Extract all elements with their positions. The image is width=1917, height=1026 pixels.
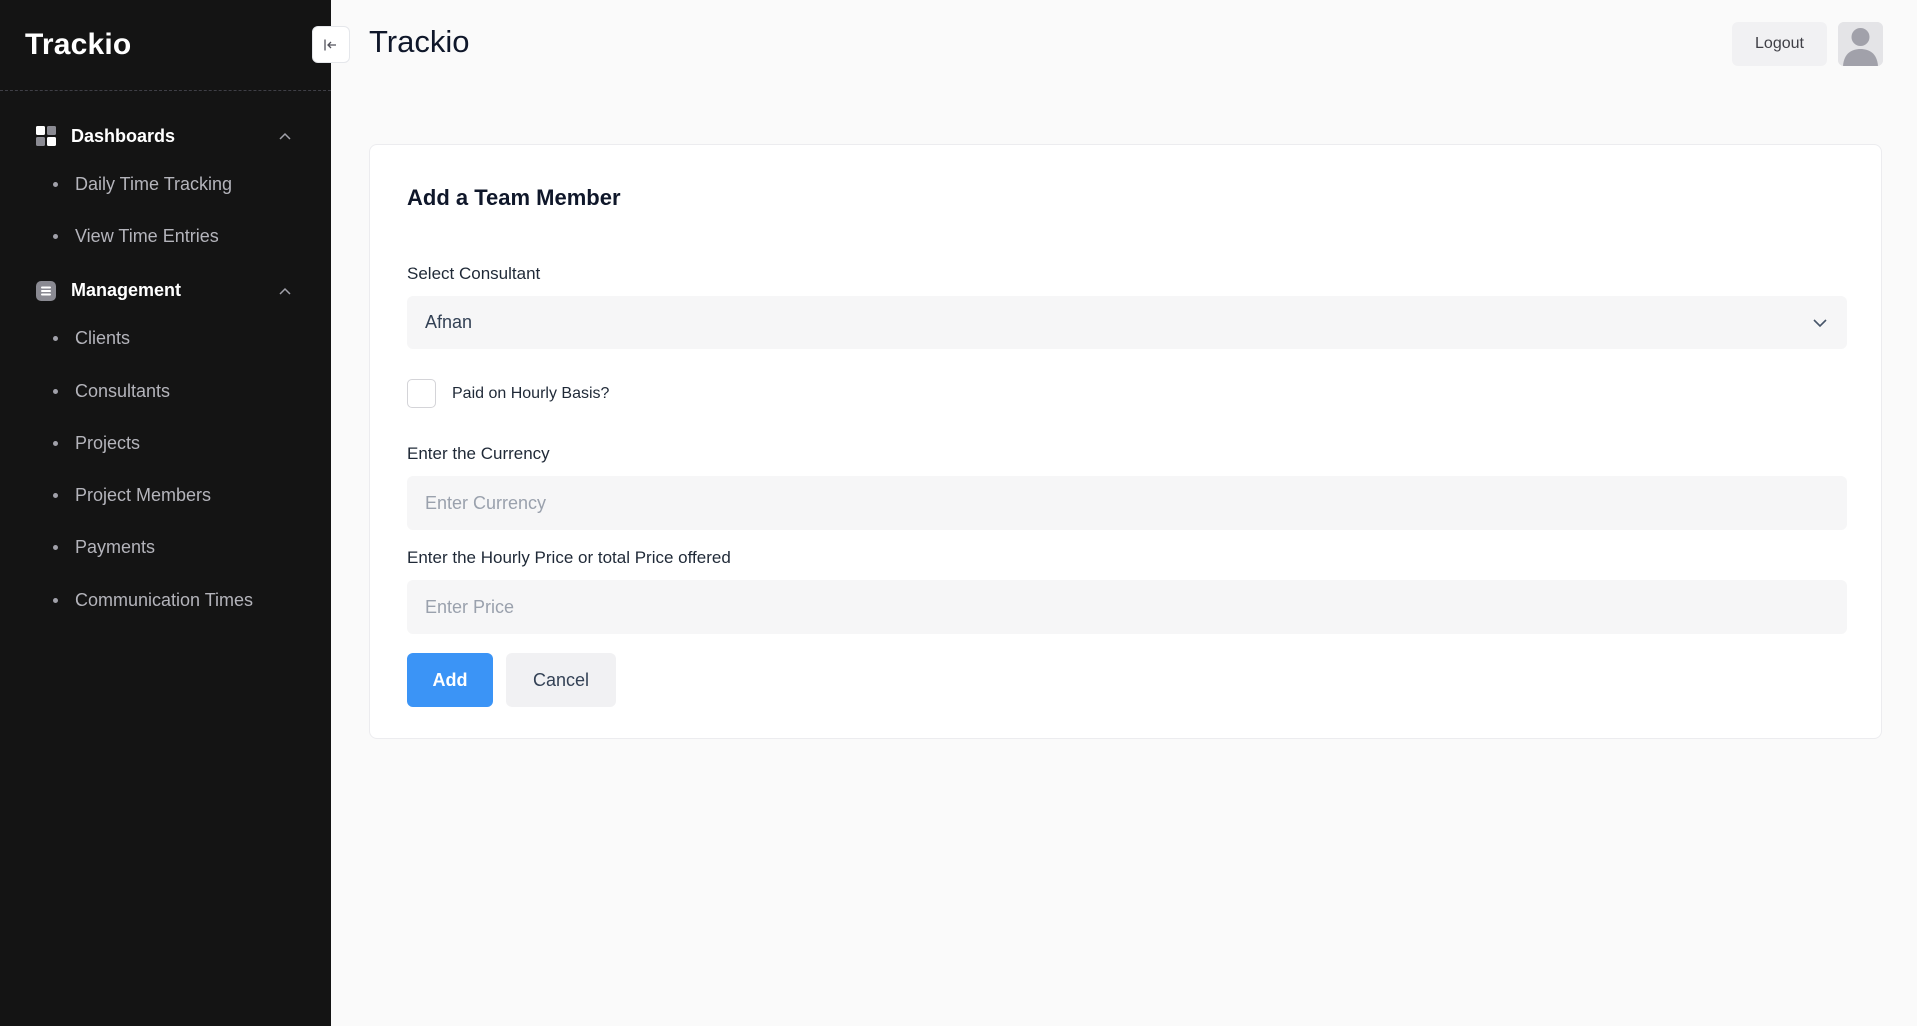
sidebar-item-label: View Time Entries (75, 225, 219, 246)
hourly-checkbox-label: Paid on Hourly Basis? (452, 384, 610, 402)
price-label: Enter the Hourly Price or total Price of… (407, 548, 731, 567)
sidebar-item-communication-times[interactable]: Communication Times (0, 574, 331, 626)
nav-group-header-dashboards[interactable]: Dashboards (0, 114, 331, 158)
sidebar-item-consultants[interactable]: Consultants (0, 365, 331, 417)
consultant-select[interactable]: Afnan (407, 296, 1847, 349)
nav-group-header-management[interactable]: Management (0, 269, 331, 313)
consultant-select-value: Afnan (425, 312, 473, 332)
currency-label: Enter the Currency (407, 444, 550, 463)
bullet-icon (53, 493, 58, 499)
bullet-icon (53, 181, 58, 187)
sidebar-item-label: Consultants (75, 380, 171, 401)
hourly-checkbox[interactable] (407, 379, 436, 408)
bullet-icon (53, 336, 58, 342)
chevron-up-icon (267, 284, 303, 298)
bullet-icon (53, 545, 58, 551)
sidebar-item-label: Project Members (75, 485, 212, 506)
hourly-checkbox-row: Paid on Hourly Basis? (407, 379, 609, 408)
price-input[interactable] (407, 580, 1847, 634)
sidebar-collapse-button[interactable] (312, 26, 350, 63)
sidebar-item-label: Payments (75, 537, 156, 558)
sidebar-item-daily-time-tracking[interactable]: Daily Time Tracking (0, 158, 331, 210)
page-title: Trackio (369, 24, 470, 59)
nav-group-label: Dashboards (71, 125, 176, 146)
sidebar: Trackio Dashboards Daily Time Tracking V… (0, 0, 331, 1026)
logout-button[interactable]: Logout (1732, 22, 1827, 66)
sidebar-item-label: Clients (75, 328, 131, 349)
sidebar-item-view-time-entries[interactable]: View Time Entries (0, 210, 331, 262)
list-icon (35, 280, 57, 302)
sidebar-item-label: Projects (75, 432, 141, 453)
nav-group-label: Management (71, 280, 182, 301)
arrow-left-icon (324, 39, 336, 50)
sidebar-item-payments[interactable]: Payments (0, 522, 331, 574)
sidebar-item-projects[interactable]: Projects (0, 417, 331, 469)
bullet-icon (53, 440, 58, 446)
form-title: Add a Team Member (407, 185, 621, 210)
bullet-icon (53, 597, 58, 603)
sidebar-brand: Trackio (0, 0, 331, 91)
bullet-icon (53, 388, 58, 394)
brand-logo-text: Trackio (25, 28, 132, 61)
chevron-up-icon (267, 129, 303, 143)
nav-group-management: Management Clients Consultants Projects … (0, 269, 331, 627)
sidebar-item-project-members[interactable]: Project Members (0, 469, 331, 521)
sidebar-item-clients[interactable]: Clients (0, 313, 331, 365)
consultant-label: Select Consultant (407, 264, 541, 283)
user-avatar-icon (1838, 22, 1883, 66)
add-team-member-card: Add a Team Member Select Consultant Afna… (369, 144, 1882, 739)
sidebar-item-label: Daily Time Tracking (75, 173, 233, 194)
chevron-down-icon (1813, 318, 1827, 327)
currency-input[interactable] (407, 476, 1847, 530)
nav-group-dashboards: Dashboards Daily Time Tracking View Time… (0, 114, 331, 263)
bullet-icon (53, 233, 58, 239)
grid-icon (35, 125, 57, 147)
add-button[interactable]: Add (407, 653, 493, 707)
sidebar-item-label: Communication Times (75, 589, 254, 610)
avatar[interactable] (1838, 22, 1883, 66)
sidebar-nav: Dashboards Daily Time Tracking View Time… (0, 91, 331, 626)
cancel-button[interactable]: Cancel (506, 653, 616, 707)
